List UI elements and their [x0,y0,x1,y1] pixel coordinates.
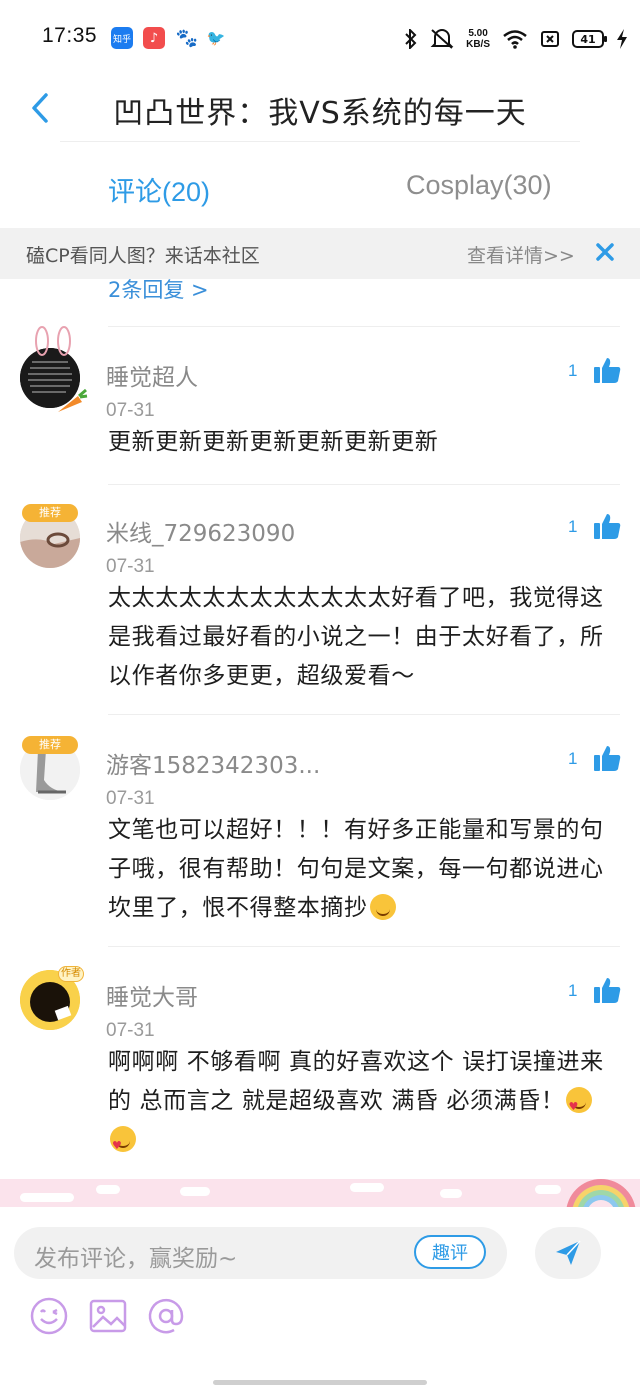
thumbs-up-icon[interactable] [592,511,622,541]
cloud-decoration [180,1187,210,1196]
thumbs-up-icon[interactable] [592,975,622,1005]
comment-input[interactable]: 发布评论，赢奖励~ 趣评 [14,1227,507,1279]
comment-date: 07-31 [106,788,155,809]
more-replies-link[interactable]: 2条回复 > [108,274,209,304]
like-count: 1 [568,981,578,1000]
cloud-decoration [350,1183,384,1192]
chevron-left-icon [32,93,48,123]
header-divider [60,141,580,142]
like-count: 1 [568,361,578,380]
bluetooth-icon [405,29,417,49]
rainbow-decoration [566,1179,636,1207]
smiling-hearts-emoji-icon [566,1087,593,1126]
charging-icon [617,29,627,49]
home-indicator[interactable] [213,1380,427,1385]
comment-text: 啊啊啊 不够看啊 真的好喜欢这个 误打误撞进来的 总而言之 就是超级喜欢 满昏 … [108,1043,608,1165]
author-badge: 作者 [58,966,84,982]
hugging-face-emoji-icon [369,894,396,920]
sim-icon [541,31,559,47]
bunny-ears-decoration [35,326,71,356]
send-icon [556,1240,581,1265]
recommend-badge: 推荐 [22,504,78,522]
baidu-app-icon: 🐾 [175,27,199,49]
comment-divider [108,946,620,947]
like-count: 1 [568,517,578,536]
smiling-hearts-emoji-icon [110,1126,136,1165]
comment-divider [108,326,620,327]
image-icon[interactable] [87,1295,129,1337]
comment-date: 07-31 [106,400,155,421]
mention-icon[interactable] [145,1295,187,1337]
comment-text-content: 文笔也可以超好！！！有好多正能量和写景的句子哦，很有帮助！句句是文案，每一句都说… [108,817,604,921]
tab-bar: 评论(20) Cosplay(30) [0,160,640,214]
comment-date: 07-31 [106,1020,155,1041]
comment-divider [108,484,620,485]
comment-text: 更新更新更新更新更新更新更新 [108,429,439,455]
send-button[interactable] [535,1227,601,1279]
status-time: 17:35 [42,24,98,47]
status-indicators: 5.00 KB/S 41 [404,24,628,54]
comment-username[interactable]: 睡觉大哥 [106,978,198,1012]
comment-divider [108,714,620,715]
zhihu-app-icon: 知乎 [111,27,133,49]
comment-date: 07-31 [106,556,155,577]
comment-input-placeholder: 发布评论，赢奖励~ [34,1246,238,1272]
bird-app-icon: 🐦 [206,29,226,47]
like-count: 1 [568,749,578,768]
net-speed-value: 5.00 [468,28,488,39]
decorative-strip [0,1179,640,1207]
qupin-button[interactable]: 趣评 [414,1235,486,1269]
comment-username[interactable]: 游客1582342303... [106,746,320,780]
battery-indicator: 41 [572,30,607,48]
comment-text-content: 啊啊啊 不够看啊 真的好喜欢这个 误打误撞进来的 总而言之 就是超级喜欢 满昏 … [108,1049,604,1114]
wifi-icon [503,30,527,49]
cloud-decoration [440,1189,462,1198]
comment-username[interactable]: 米线_729623090 [106,514,295,548]
carrot-decoration [58,388,88,412]
emoji-icon[interactable] [28,1295,70,1337]
back-button[interactable] [20,88,60,128]
cloud-decoration [20,1193,74,1202]
banner-details-link[interactable]: 查看详情>> [467,241,575,268]
banner-text: 磕CP看同人图？来话本社区 [26,245,260,267]
cloud-decoration [535,1185,561,1194]
comment-text: 文笔也可以超好！！！有好多正能量和写景的句子哦，很有帮助！句句是文案，每一句都说… [108,811,608,928]
page-title: 凹凸世界：我VS系统的每一天 [113,96,527,131]
header: 凹凸世界：我VS系统的每一天 [0,78,640,142]
comment-text: 太太太太太太太太太太太太好看了吧，我觉得这是我看过最好看的小说之一！由于太好看了… [108,585,604,689]
network-speed: 5.00 KB/S [466,28,490,50]
thumbs-up-icon[interactable] [592,743,622,773]
mute-icon [430,29,454,49]
comment-composer: 发布评论，赢奖励~ 趣评 [0,1207,640,1387]
thumbs-up-icon[interactable] [592,355,622,385]
comment-username[interactable]: 睡觉超人 [106,358,198,392]
promo-banner[interactable]: 磕CP看同人图？来话本社区 查看详情>> [0,228,640,279]
tab-comments[interactable]: 评论(20) [108,170,210,209]
music-app-icon: ♪ [143,27,165,49]
close-icon[interactable] [594,241,616,263]
recommend-badge: 推荐 [22,736,78,754]
status-bar: 17:35 知乎 ♪ 🐾 🐦 5.00 KB/S 41 [0,0,640,78]
tab-cosplay[interactable]: Cosplay(30) [406,170,552,201]
cloud-decoration [96,1185,120,1194]
net-speed-unit: KB/S [466,39,490,50]
